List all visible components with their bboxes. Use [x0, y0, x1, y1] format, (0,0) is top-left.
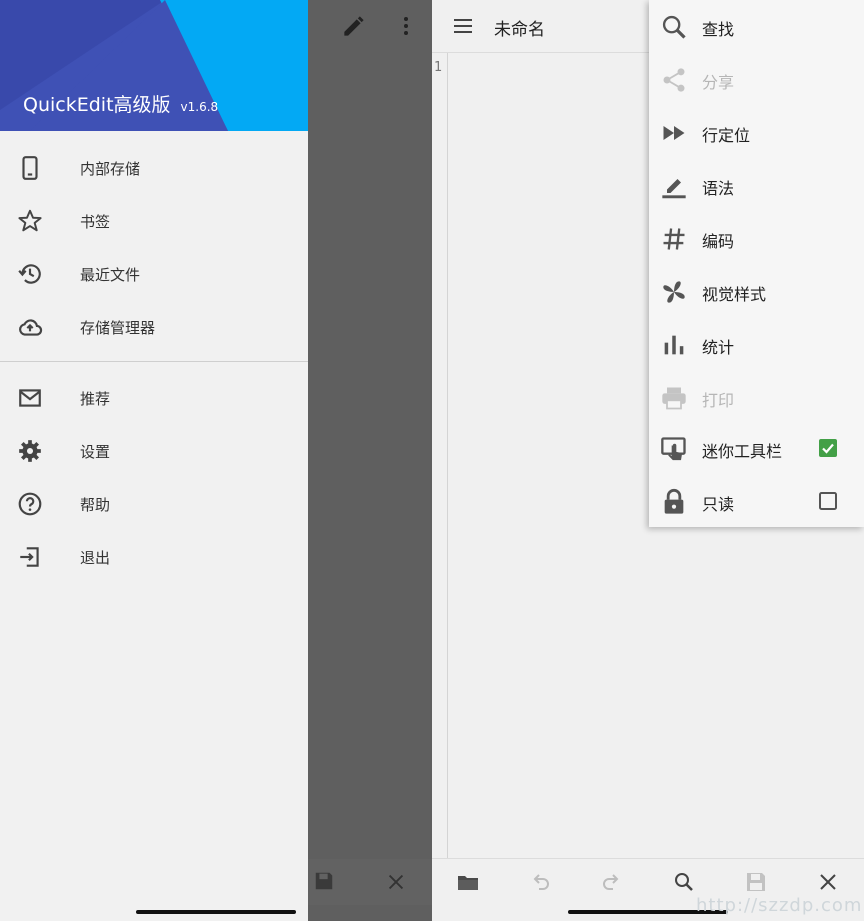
share-icon: [663, 68, 685, 92]
gesture-bar: [136, 910, 296, 914]
help-icon: [18, 492, 42, 516]
folder-open-icon[interactable]: [456, 870, 480, 894]
drawer-item-internal-storage[interactable]: 内部存储: [0, 141, 308, 194]
document-title: 未命名: [494, 20, 545, 40]
bar-chart-icon: [664, 335, 684, 355]
edit-icon[interactable]: [340, 14, 366, 40]
drawer-item-label: 推荐: [80, 390, 111, 408]
menu-item-label: 编码: [702, 232, 735, 251]
undo-icon[interactable]: [528, 870, 552, 894]
app-version: v1.6.8: [180, 100, 219, 114]
watermark-text: http://szzdp.com: [696, 895, 863, 916]
menu-item-goto-line[interactable]: 行定位: [649, 106, 864, 159]
phone-icon: [22, 156, 38, 180]
menu-item-label: 统计: [702, 338, 735, 357]
fast-forward-icon: [663, 126, 685, 140]
drawer-item-label: 最近文件: [80, 266, 141, 284]
line-number-gutter: [432, 53, 448, 859]
search-icon-bottom[interactable]: [672, 870, 696, 894]
menu-item-label: 查找: [702, 20, 735, 39]
drawer-item-storage-manager[interactable]: 存储管理器: [0, 300, 308, 353]
menu-item-label: 打印: [702, 391, 735, 410]
touch-app-icon: [661, 437, 686, 461]
menu-item-syntax[interactable]: 语法: [649, 159, 864, 212]
menu-item-visual-style[interactable]: 视觉样式: [649, 265, 864, 318]
printer-icon: [662, 387, 686, 410]
menu-item-label: 行定位: [702, 126, 751, 145]
highlighter-icon: [662, 179, 686, 199]
search-icon: [662, 15, 686, 39]
hash-icon: [663, 228, 685, 250]
drawer-item-label: 帮助: [80, 496, 111, 514]
menu-item-label: 语法: [702, 179, 735, 198]
gear-icon: [19, 440, 41, 462]
menu-item-label: 只读: [702, 495, 735, 514]
menu-item-label: 迷你工具栏: [702, 442, 783, 461]
mail-icon: [19, 389, 41, 407]
more-vert-icon[interactable]: [394, 14, 418, 38]
drawer-item-exit[interactable]: 退出: [0, 530, 308, 583]
drawer-item-label: 内部存储: [80, 160, 141, 178]
navigation-drawer: QuickEdit高级版 v1.6.8 内部存储 书签 最近文件 存储管理器 推荐…: [0, 0, 308, 921]
scrim-overlay[interactable]: [308, 0, 432, 921]
menu-item-find[interactable]: 查找: [649, 0, 864, 53]
menu-item-statistics[interactable]: 统计: [649, 318, 864, 371]
pinwheel-icon: [663, 281, 685, 303]
menu-item-label: 视觉样式: [702, 285, 767, 304]
drawer-item-label: 退出: [80, 549, 111, 567]
drawer-item-label: 书签: [80, 213, 111, 231]
menu-item-read-only[interactable]: 只读: [649, 475, 864, 528]
menu-item-label: 分享: [702, 73, 735, 92]
menu-item-mini-toolbar[interactable]: 迷你工具栏: [649, 422, 864, 475]
drawer-item-recommend[interactable]: 推荐: [0, 371, 308, 424]
drawer-divider: [0, 361, 308, 362]
menu-item-encoding[interactable]: 编码: [649, 212, 864, 265]
drawer-item-label: 设置: [80, 443, 111, 461]
close-icon-dimmed: [388, 874, 404, 890]
drawer-item-help[interactable]: 帮助: [0, 477, 308, 530]
close-icon[interactable]: [816, 870, 840, 894]
drawer-item-recent-files[interactable]: 最近文件: [0, 247, 308, 300]
history-icon: [18, 264, 41, 284]
menu-item-print[interactable]: 打印: [649, 371, 864, 424]
star-icon: [18, 209, 42, 232]
drawer-header: QuickEdit高级版 v1.6.8: [0, 0, 308, 131]
app-title: QuickEdit高级版 v1.6.8: [23, 90, 218, 117]
menu-icon[interactable]: [451, 14, 475, 38]
drawer-item-settings[interactable]: 设置: [0, 424, 308, 477]
drawer-item-bookmarks[interactable]: 书签: [0, 194, 308, 247]
read-only-checkbox[interactable]: [819, 492, 837, 510]
app-name: QuickEdit高级版: [23, 94, 171, 116]
lock-icon: [664, 488, 684, 514]
redo-icon[interactable]: [600, 870, 624, 894]
exit-icon: [20, 547, 39, 567]
drawer-item-label: 存储管理器: [80, 319, 156, 337]
mini-toolbar-checkbox-checked[interactable]: [819, 439, 837, 457]
save-icon[interactable]: [744, 870, 768, 894]
menu-item-share[interactable]: 分享: [649, 53, 864, 106]
line-number: 1: [434, 60, 443, 75]
cloud-upload-icon: [19, 319, 43, 336]
save-icon-dimmed: [315, 872, 333, 890]
